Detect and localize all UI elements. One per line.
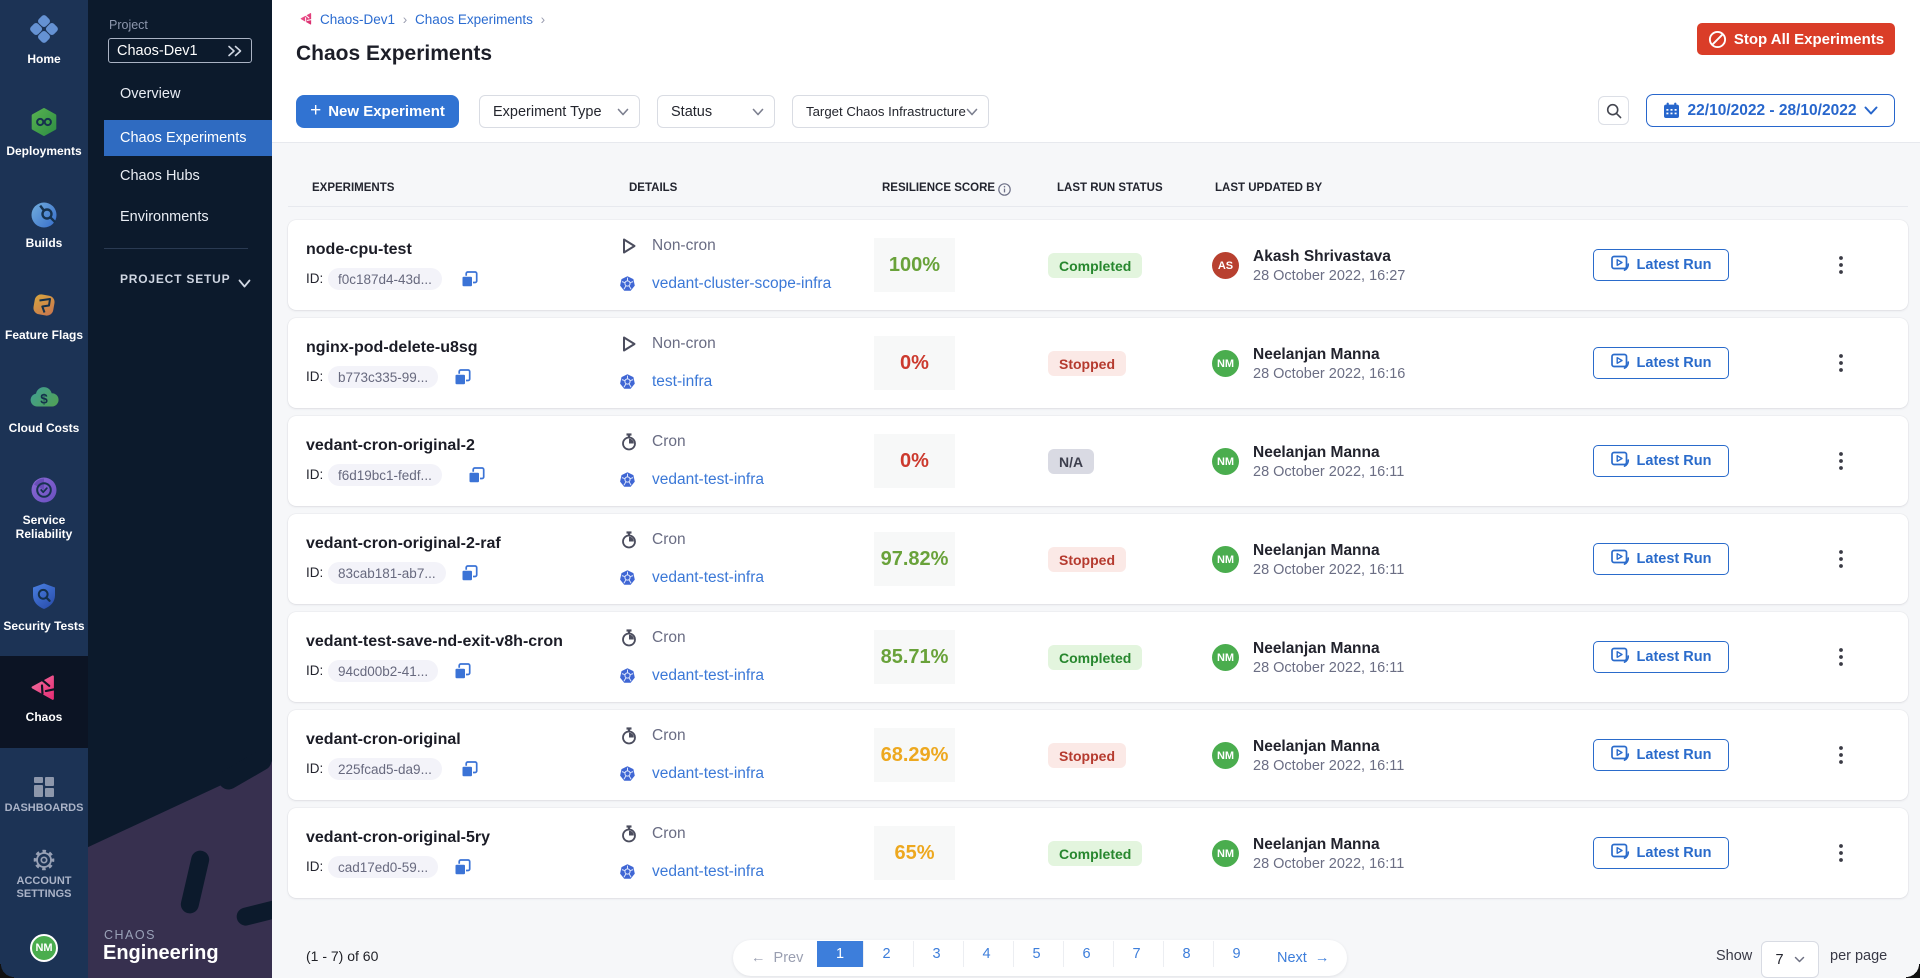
svg-text:$: $ [40,392,48,407]
